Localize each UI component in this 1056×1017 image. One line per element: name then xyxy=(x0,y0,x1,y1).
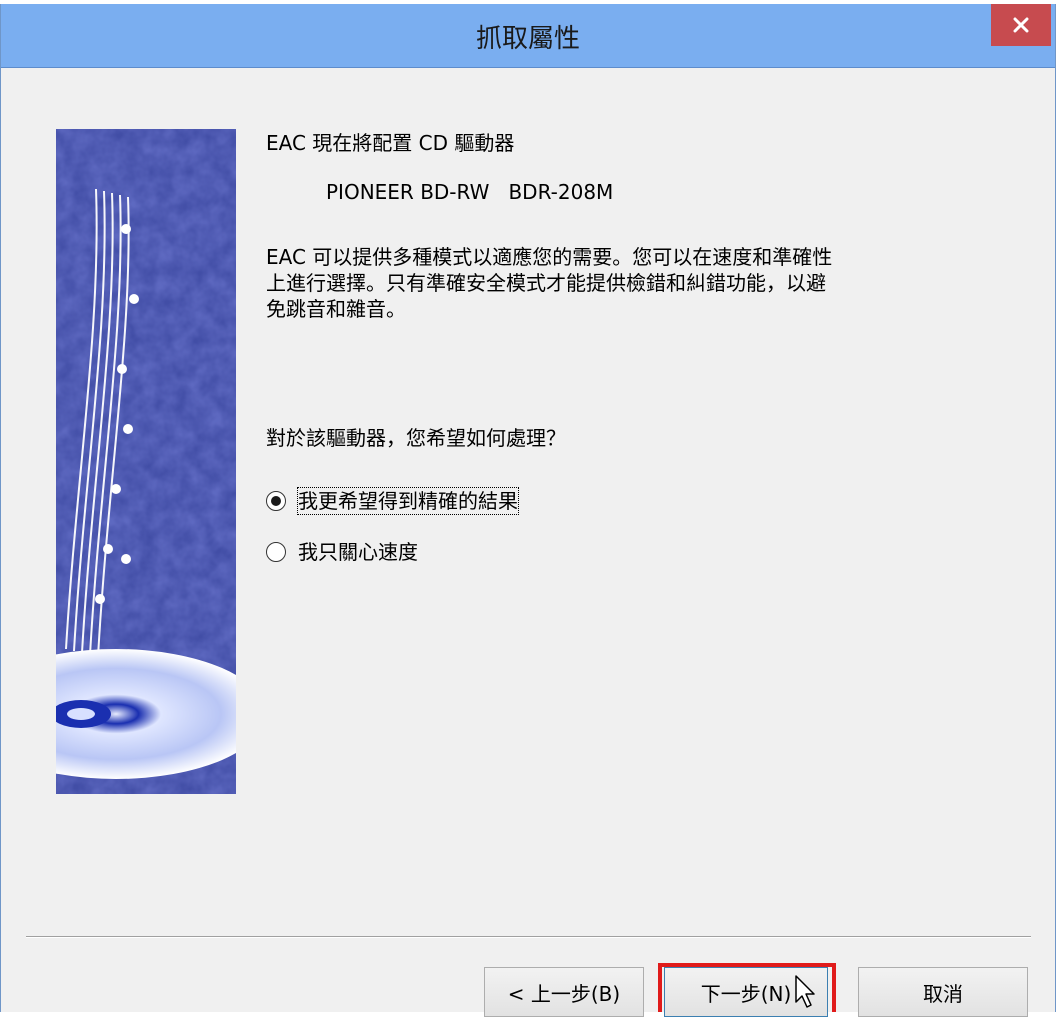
close-button[interactable] xyxy=(991,4,1051,46)
footer-divider xyxy=(26,936,1031,938)
option-speed-label[interactable]: 我只關心速度 xyxy=(298,539,418,565)
radio-accurate[interactable] xyxy=(266,491,286,511)
wizard-window: 抓取屬性 EAC 現在將配置 CD 驅動器 PIONEER BD-RW BDR-… xyxy=(0,4,1056,1012)
cancel-button[interactable]: 取消 xyxy=(858,967,1028,1017)
window-title: 抓取屬性 xyxy=(475,24,580,54)
option-accurate[interactable]: 我更希望得到精確的結果 xyxy=(266,487,519,515)
mouse-cursor-icon xyxy=(795,975,815,1008)
close-icon xyxy=(1013,17,1029,33)
question-text: 對於該驅動器，您希望如何處理？ xyxy=(266,426,566,450)
config-heading: EAC 現在將配置 CD 驅動器 xyxy=(266,131,515,155)
option-speed[interactable]: 我只關心速度 xyxy=(266,539,418,565)
wizard-banner-image xyxy=(56,129,236,794)
mode-description: EAC 可以提供多種模式以適應您的需要。您可以在速度和準確性 上進行選擇。只有準… xyxy=(266,245,833,321)
radio-speed[interactable] xyxy=(266,542,286,562)
back-button[interactable]: < 上一步(B) xyxy=(484,967,644,1017)
title-bar[interactable]: 抓取屬性 xyxy=(1,4,1055,68)
drive-name: PIONEER BD-RW BDR-208M xyxy=(326,180,614,204)
option-accurate-label[interactable]: 我更希望得到精確的結果 xyxy=(297,487,519,515)
